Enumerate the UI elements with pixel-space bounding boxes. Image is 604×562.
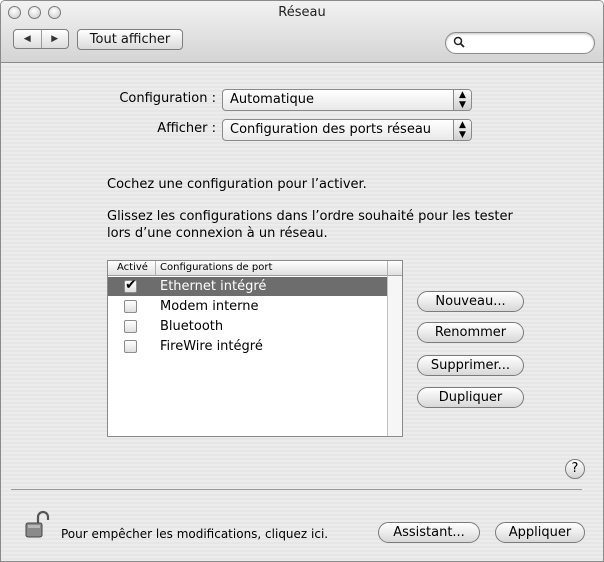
show-value: Configuration des ports réseau	[230, 122, 432, 137]
active-checkbox[interactable]	[124, 320, 137, 333]
active-checkbox[interactable]	[124, 340, 137, 353]
configuration-label: Configuration :	[119, 91, 216, 106]
magnifier-icon	[453, 36, 465, 51]
assistant-button[interactable]: Assistant...	[378, 522, 480, 543]
popup-arrows-icon: ▲ ▼	[453, 120, 471, 140]
list-header: Activé Configurations de port	[108, 261, 402, 276]
list-item[interactable]: Bluetooth	[108, 317, 388, 336]
configuration-popup[interactable]: Automatique ▲ ▼	[222, 89, 472, 111]
port-name: Modem interne	[160, 299, 259, 314]
column-header-active[interactable]: Activé	[108, 261, 156, 276]
window-title: Réseau	[278, 5, 326, 20]
instruction-activate: Cochez une configuration pour l’activer.	[107, 177, 367, 192]
help-button[interactable]: ?	[565, 459, 585, 479]
lock-message[interactable]: Pour empêcher les modifications, cliquez…	[61, 527, 328, 541]
active-checkbox[interactable]	[124, 300, 137, 313]
show-all-button[interactable]: Tout afficher	[77, 29, 183, 50]
search-field[interactable]	[445, 32, 595, 54]
show-popup[interactable]: Configuration des ports réseau ▲ ▼	[222, 119, 472, 141]
divider	[11, 489, 582, 490]
configuration-value: Automatique	[230, 92, 315, 107]
port-configurations-list[interactable]: Activé Configurations de port ✔ Ethernet…	[107, 260, 403, 437]
popup-arrows-icon: ▲ ▼	[453, 90, 471, 110]
network-pane: Configuration : Automatique ▲ ▼ Afficher …	[1, 64, 603, 561]
instruction-drag-line2: lors d’une connexion à un réseau.	[107, 226, 328, 241]
list-item[interactable]: ✔ Ethernet intégré	[108, 277, 388, 296]
port-name: Ethernet intégré	[160, 279, 267, 294]
list-item[interactable]: Modem interne	[108, 297, 388, 316]
duplicate-button[interactable]: Dupliquer	[417, 387, 524, 408]
show-label: Afficher :	[157, 121, 216, 136]
titlebar: Réseau ◀ ▶ Tout afficher	[1, 1, 603, 63]
instruction-drag-line1: Glissez les configurations dans l’ordre …	[107, 209, 513, 224]
active-checkbox[interactable]: ✔	[124, 277, 137, 293]
port-name: FireWire intégré	[160, 339, 263, 354]
back-forward-control: ◀ ▶	[13, 29, 69, 49]
preferences-window: Réseau ◀ ▶ Tout afficher Configuration :…	[0, 0, 604, 562]
apply-button[interactable]: Appliquer	[495, 522, 585, 543]
rename-button[interactable]: Renommer	[417, 322, 524, 343]
forward-arrow-icon[interactable]: ▶	[42, 30, 69, 48]
lock-icon[interactable]	[23, 510, 53, 540]
new-button[interactable]: Nouveau...	[417, 291, 524, 312]
delete-button[interactable]: Supprimer...	[417, 355, 524, 376]
port-name: Bluetooth	[160, 319, 224, 334]
list-item[interactable]: FireWire intégré	[108, 337, 388, 356]
column-header-port-config[interactable]: Configurations de port	[156, 261, 388, 276]
checkmark-icon: ✔	[125, 277, 137, 293]
back-arrow-icon[interactable]: ◀	[14, 30, 42, 48]
list-scrollbar[interactable]	[387, 276, 402, 436]
